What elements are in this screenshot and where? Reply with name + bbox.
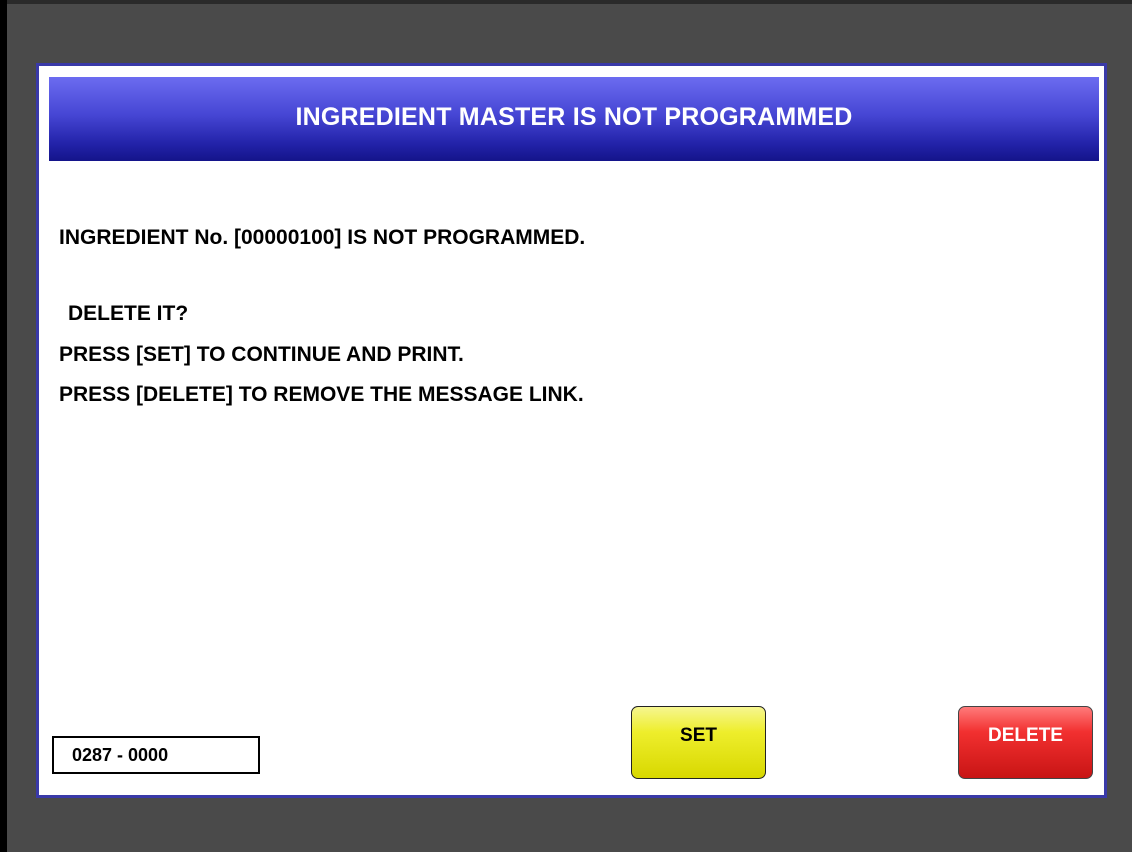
screen-left-edge <box>0 0 7 852</box>
delete-button-label: DELETE <box>988 724 1063 746</box>
dialog-title: INGREDIENT MASTER IS NOT PROGRAMMED <box>295 102 853 131</box>
dialog-title-bar: INGREDIENT MASTER IS NOT PROGRAMMED <box>49 77 1099 161</box>
message-line-set-instruction: PRESS [SET] TO CONTINUE AND PRINT. <box>59 343 464 366</box>
error-code: 0287 - 0000 <box>72 744 169 765</box>
set-button[interactable]: SET <box>631 706 766 779</box>
screen-top-edge <box>0 0 1132 4</box>
message-line-ingredient: INGREDIENT No. [00000100] IS NOT PROGRAM… <box>59 226 586 249</box>
error-dialog: INGREDIENT MASTER IS NOT PROGRAMMED INGR… <box>36 63 1107 798</box>
delete-button[interactable]: DELETE <box>958 706 1093 779</box>
error-code-box: 0287 - 0000 <box>52 736 260 774</box>
set-button-label: SET <box>680 724 717 746</box>
message-line-delete-prompt: DELETE IT? <box>68 302 189 325</box>
message-line-delete-instruction: PRESS [DELETE] TO REMOVE THE MESSAGE LIN… <box>59 383 584 406</box>
